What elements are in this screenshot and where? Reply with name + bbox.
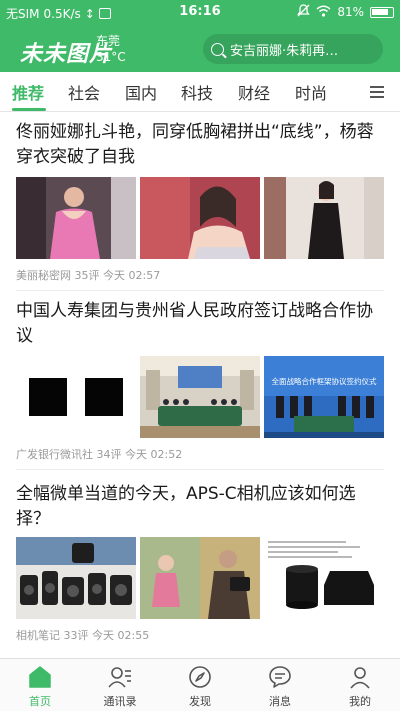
nav-discover[interactable]: 发现 [160,659,240,711]
message-icon [268,665,292,689]
wifi-icon [316,5,331,20]
article-meta: 相机笔记 33评 今天 02:55 [16,627,149,643]
article-item[interactable]: 全幅微单当道的今天，APS-C相机应该如何选择？ 相机笔记 33评 今天 02:… [0,470,400,650]
contacts-icon [108,665,132,689]
nav-home[interactable]: 首页 [0,659,80,711]
article-comment-count: 34评 [96,448,122,461]
article-comment-count: 33评 [63,629,89,642]
article-thumbnails: 全面战略合作框架协议签约仪式 [16,356,384,438]
article-meta: 广发银行微讯社 34评 今天 02:52 [16,446,182,462]
nav-discover-label: 发现 [189,695,211,708]
article-thumbnail[interactable] [140,356,260,438]
article-item[interactable]: 中国人寿集团与贵州省人民政府签订战略合作协议 全面战略合作框架协议签约仪式 广发… [0,291,400,471]
search-icon [211,42,224,56]
thumbnail-banner-text: 全面战略合作框架协议签约仪式 [272,376,377,386]
article-time: 今天 02:52 [125,448,183,461]
battery-percent: 81% [337,5,364,19]
weather-temperature: 31°C [96,50,126,64]
article-source: 美丽秘密网 [16,269,71,282]
article-thumbnail[interactable]: 全面战略合作框架协议签约仪式 [264,356,384,438]
profile-icon [348,665,372,689]
nav-home-label: 首页 [29,695,51,708]
search-placeholder: 安吉丽娜·朱莉再… [230,43,339,59]
nav-profile[interactable]: 我的 [320,659,400,711]
tab-domestic[interactable]: 国内 [125,80,157,104]
home-icon [28,665,52,689]
article-source: 广发银行微讯社 [16,448,93,461]
nav-messages[interactable]: 消息 [240,659,320,711]
nav-messages-label: 消息 [269,695,291,708]
weather-widget[interactable]: 东莞 31°C [96,33,126,65]
bottom-navigation: 首页 通讯录 发现 消息 我的 [0,658,400,711]
article-time: 今天 02:57 [103,269,161,282]
tab-technology[interactable]: 科技 [181,80,213,104]
nav-contacts[interactable]: 通讯录 [80,659,160,711]
article-meta: 美丽秘密网 35评 今天 02:57 [16,267,160,283]
app-header: 未未图片 东莞 31°C 安吉丽娜·朱莉再… [0,28,400,72]
article-comment-count: 35评 [74,269,100,282]
active-tab-indicator [12,108,46,111]
article-thumbnail[interactable] [16,537,136,619]
tab-fashion[interactable]: 时尚 [295,80,327,104]
article-title[interactable]: 中国人寿集团与贵州省人民政府签订战略合作协议 [16,299,384,349]
article-source: 相机笔记 [16,629,60,642]
tab-society[interactable]: 社会 [68,80,100,104]
tab-recommend[interactable]: 推荐 [12,80,44,104]
tab-finance[interactable]: 财经 [238,80,270,104]
article-time: 今天 02:55 [92,629,150,642]
article-thumbnail[interactable] [264,537,384,619]
article-thumbnail[interactable] [140,177,260,259]
category-tabs: 推荐 社会 国内 科技 财经 时尚 [0,72,400,112]
discover-icon [188,665,212,689]
article-thumbnail[interactable] [140,537,260,619]
menu-icon[interactable] [370,86,384,98]
article-thumbnail[interactable] [264,177,384,259]
search-bar[interactable]: 安吉丽娜·朱莉再… [203,34,383,64]
weather-city: 东莞 [96,34,121,48]
article-item[interactable]: 佟丽娅娜扎斗艳，同穿低胸裙拼出“底线”，杨蓉穿衣突破了自我 美丽秘密网 35评 … [0,112,400,292]
mute-bell-icon [297,4,311,20]
article-thumbnails [16,177,384,259]
battery-icon [370,6,394,18]
status-bar: 无SIM 0.5K/s ↕ 16:16 81% [0,0,400,26]
article-title[interactable]: 佟丽娅娜扎斗艳，同穿低胸裙拼出“底线”，杨蓉穿衣突破了自我 [16,120,384,170]
article-thumbnails [16,537,384,619]
article-title[interactable]: 全幅微单当道的今天，APS-C相机应该如何选择？ [16,482,384,532]
nav-profile-label: 我的 [349,695,371,708]
nav-contacts-label: 通讯录 [103,695,137,708]
article-thumbnail[interactable] [16,356,136,438]
top-header-area: 无SIM 0.5K/s ↕ 16:16 81% 未未图片 东莞 31°C 安吉丽… [0,0,400,72]
article-thumbnail[interactable] [16,177,136,259]
